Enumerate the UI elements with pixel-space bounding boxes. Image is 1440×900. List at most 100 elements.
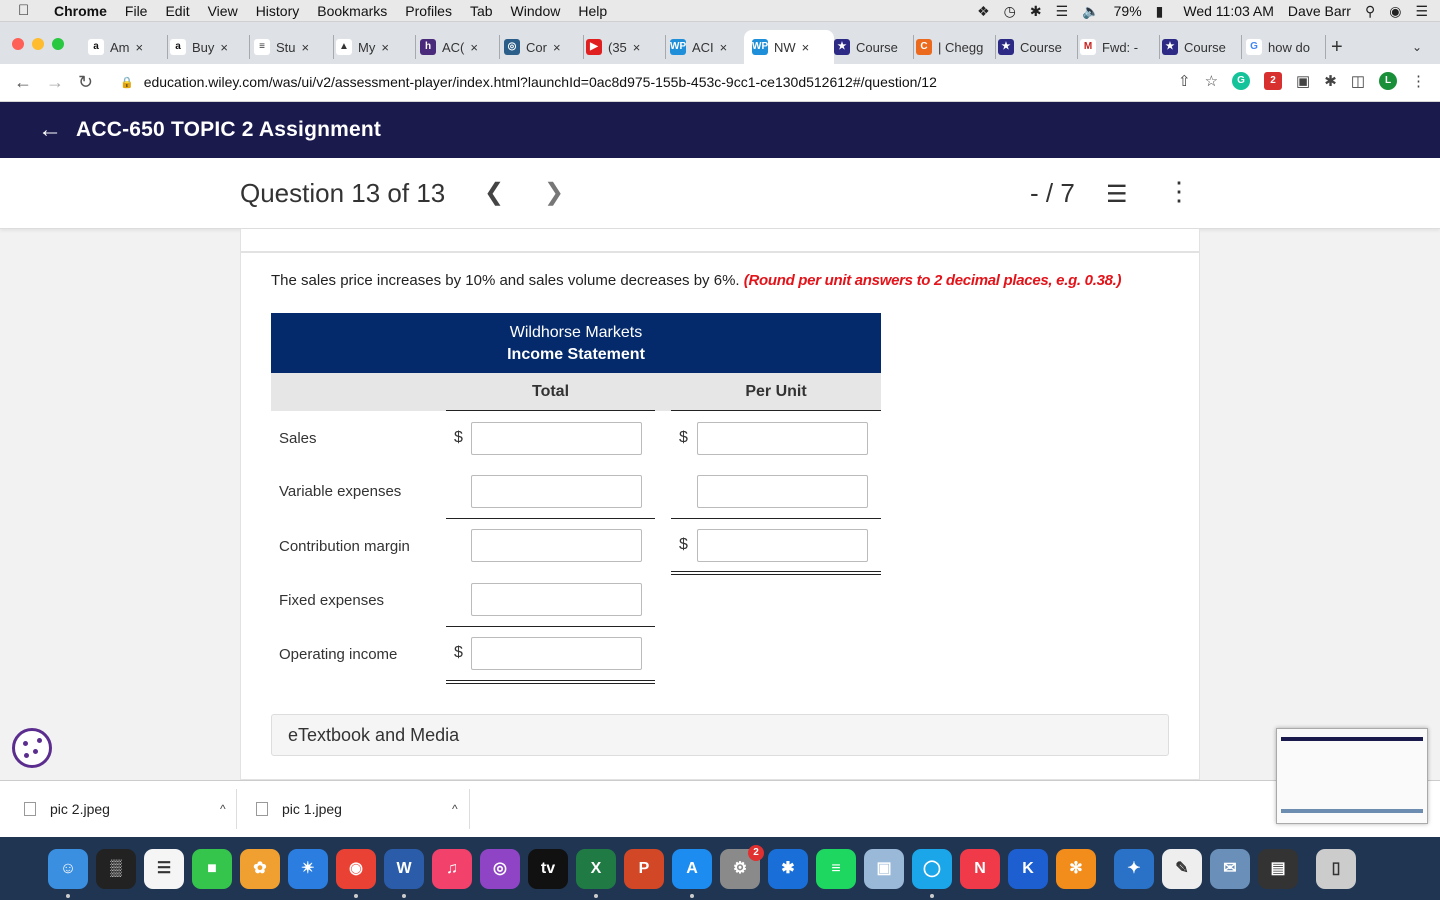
forward-icon[interactable]: → [46, 72, 64, 93]
contribution-margin-per-unit-input[interactable] [697, 529, 868, 562]
contribution-margin-total-input[interactable] [471, 529, 642, 562]
volume-icon[interactable]: 🔈 [1082, 3, 1099, 20]
browser-tab[interactable]: M Fwd: - [1080, 35, 1160, 59]
menu-window[interactable]: Window [511, 3, 561, 19]
minimize-window-icon[interactable] [32, 38, 44, 50]
close-tab-icon[interactable]: × [553, 40, 561, 55]
chevron-up-icon[interactable]: ^ [452, 802, 458, 816]
textedit-icon[interactable]: ✎ [1162, 849, 1202, 889]
time-machine-icon[interactable]: ◷ [1004, 3, 1016, 20]
menu-view[interactable]: View [208, 3, 238, 19]
menu-file[interactable]: File [125, 3, 148, 19]
close-tab-icon[interactable]: × [720, 40, 728, 55]
fixed-expenses-total-input[interactable] [471, 583, 642, 616]
back-arrow-icon[interactable]: ← [38, 116, 62, 144]
cookie-settings-icon[interactable] [12, 728, 52, 768]
wifi-icon[interactable]: ☰ [1056, 3, 1069, 20]
chrome-menu-icon[interactable]: ⋮ [1411, 72, 1426, 90]
music-icon[interactable]: ♫ [432, 849, 472, 889]
menu-help[interactable]: Help [578, 3, 607, 19]
question-list-icon[interactable]: ☰ [1106, 180, 1128, 209]
next-question-icon[interactable]: ❯ [544, 178, 564, 207]
powerpoint-icon[interactable]: P [624, 849, 664, 889]
etextbook-media-button[interactable]: eTextbook and Media [271, 714, 1169, 756]
reload-icon[interactable]: ↻ [78, 72, 93, 93]
screenshot-thumbnail[interactable] [1276, 728, 1428, 824]
spotlight-icon[interactable]: ⚲ [1365, 3, 1375, 20]
trash-icon[interactable]: ▯ [1316, 849, 1356, 889]
close-tab-icon[interactable]: × [302, 40, 310, 55]
maximize-window-icon[interactable] [52, 38, 64, 50]
excel-icon[interactable]: X [576, 849, 616, 889]
browser-tab[interactable]: ★ Course [834, 35, 914, 59]
close-tab-icon[interactable]: × [136, 40, 144, 55]
browser-tab[interactable]: ▲ My × [336, 35, 416, 59]
back-icon[interactable]: ← [14, 72, 32, 93]
control-center-icon[interactable]: ☰ [1415, 3, 1428, 20]
new-tab-icon[interactable]: + [1331, 36, 1343, 59]
extension-icon[interactable]: ▣ [1296, 72, 1310, 90]
screen-icon[interactable]: ◯ [912, 849, 952, 889]
appstore-icon[interactable]: A [672, 849, 712, 889]
bluetooth-icon[interactable]: ✱ [768, 849, 808, 889]
reminders-icon[interactable]: ☰ [144, 849, 184, 889]
close-tab-icon[interactable]: × [633, 40, 641, 55]
preview-icon[interactable]: ▣ [864, 849, 904, 889]
variable-expenses-total-input[interactable] [471, 475, 642, 508]
close-window-icon[interactable] [12, 38, 24, 50]
browser-tab[interactable]: WP ACI × [670, 35, 750, 59]
chrome-icon[interactable]: ◉ [336, 849, 376, 889]
close-tab-icon[interactable]: × [802, 40, 810, 55]
news-icon[interactable]: N [960, 849, 1000, 889]
settings-icon[interactable]: ⚙ 2 [720, 845, 764, 889]
download-item[interactable]: pic 2.jpeg ^ [24, 801, 226, 817]
browser-tab[interactable]: Ghow do [1246, 35, 1326, 59]
profile-avatar-icon[interactable]: L [1379, 72, 1397, 90]
sales-total-input[interactable] [471, 422, 642, 455]
tv-icon[interactable]: tv [528, 849, 568, 889]
menu-history[interactable]: History [256, 3, 300, 19]
browser-tab[interactable]: ◎ Cor × [504, 35, 584, 59]
variable-expenses-per-unit-input[interactable] [697, 475, 868, 508]
sidebar-icon[interactable]: ◫ [1351, 72, 1365, 90]
siri-icon[interactable]: ◉ [1389, 3, 1401, 20]
browser-tab[interactable]: C | Chegg [916, 35, 996, 59]
dropbox-icon[interactable]: ❖ [977, 3, 990, 20]
tab-search-icon[interactable]: ⌄ [1412, 40, 1422, 54]
safari-icon[interactable]: ✴ [288, 849, 328, 889]
clock[interactable]: Wed 11:03 AM [1183, 3, 1274, 19]
finder-icon[interactable]: ☺ [48, 849, 88, 889]
battery-icon[interactable]: ▮ [1156, 3, 1164, 20]
printer-icon[interactable]: ▤ [1258, 849, 1298, 889]
url-field[interactable]: 🔒 education.wiley.com/was/ui/v2/assessme… [120, 74, 937, 90]
menu-bookmarks[interactable]: Bookmarks [317, 3, 387, 19]
share-icon[interactable]: ⇧ [1178, 72, 1191, 90]
flower-icon[interactable]: ✻ [1056, 849, 1096, 889]
bluetooth-icon[interactable]: ✱ [1030, 3, 1042, 20]
facetime-icon[interactable]: ■ [192, 849, 232, 889]
close-tab-icon[interactable]: × [381, 40, 389, 55]
sales-per-unit-input[interactable] [697, 422, 868, 455]
browser-tab[interactable]: ≡ Stu × [254, 35, 334, 59]
close-tab-icon[interactable]: × [470, 40, 478, 55]
browser-tab[interactable]: ▶ (35 × [586, 35, 666, 59]
browser-tab[interactable]: a Buy × [170, 35, 250, 59]
menu-chrome[interactable]: Chrome [54, 3, 107, 19]
keynote-icon[interactable]: K [1008, 849, 1048, 889]
lock-icon[interactable]: 🔒 [120, 76, 134, 89]
menu-tab[interactable]: Tab [470, 3, 493, 19]
spotify-icon[interactable]: ≡ [816, 849, 856, 889]
user-name[interactable]: Dave Barr [1288, 3, 1351, 19]
chevron-up-icon[interactable]: ^ [220, 802, 226, 816]
activity-icon[interactable]: ▒ [96, 849, 136, 889]
puzzle-icon[interactable]: ✱ [1324, 72, 1337, 90]
more-options-icon[interactable]: ⋮ [1166, 176, 1192, 207]
previous-question-icon[interactable]: ❮ [484, 178, 504, 207]
extension-badge-icon[interactable]: 2 [1264, 72, 1283, 90]
bookmark-star-icon[interactable]: ☆ [1205, 72, 1218, 90]
word-icon[interactable]: W [384, 849, 424, 889]
operating-income-total-input[interactable] [471, 637, 642, 670]
menu-edit[interactable]: Edit [165, 3, 189, 19]
menu-profiles[interactable]: Profiles [405, 3, 452, 19]
browser-tab[interactable]: ★ Course [998, 35, 1078, 59]
